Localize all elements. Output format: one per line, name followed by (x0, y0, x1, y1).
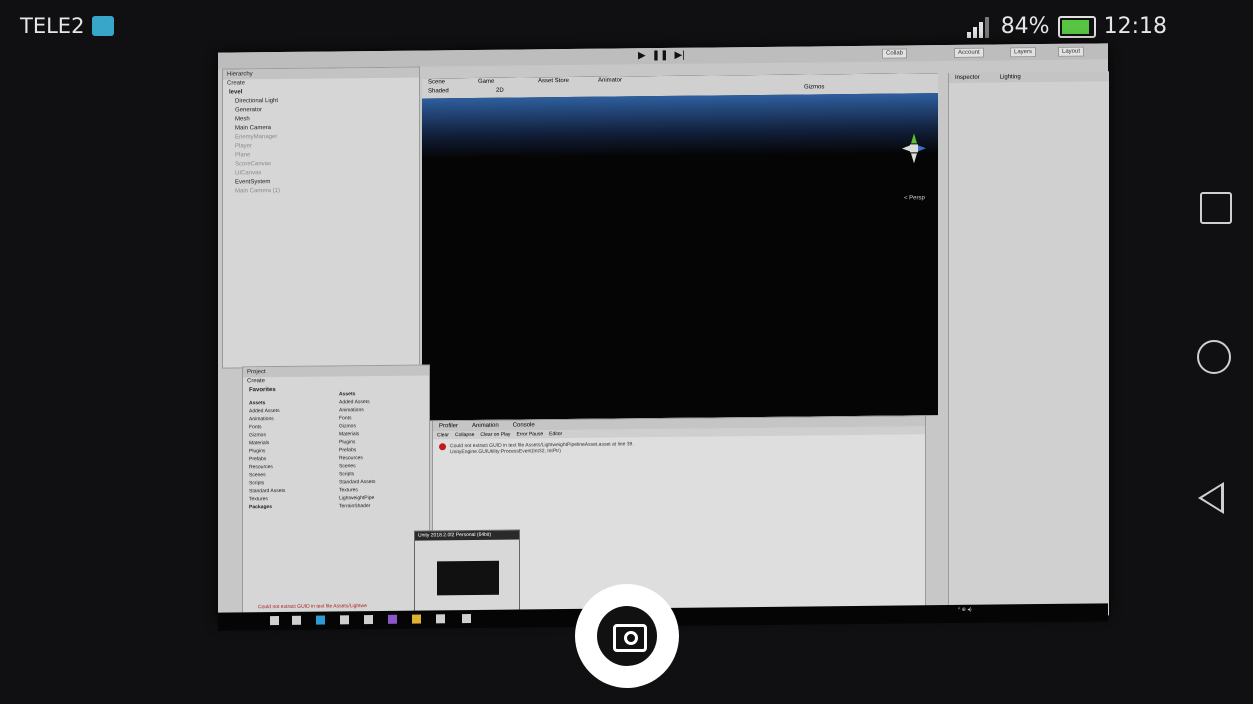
unity-icon[interactable] (462, 614, 471, 624)
system-tray[interactable]: ^ ⊕ ◂) (958, 607, 972, 613)
gizmos-dropdown[interactable]: Gizmos (804, 84, 824, 90)
file-icon[interactable] (340, 615, 349, 625)
task-view-icon[interactable] (292, 615, 301, 625)
hierarchy-item[interactable]: Main Camera (1) (223, 186, 419, 197)
error-pause-button[interactable]: Error Pause (516, 430, 543, 438)
tab-lighting[interactable]: Lighting (1000, 74, 1021, 80)
visual-studio-icon[interactable] (388, 614, 397, 624)
2d-toggle[interactable]: 2D (496, 88, 504, 94)
tree-item[interactable]: Packages (249, 503, 285, 511)
tab-animation[interactable]: Animation (472, 421, 499, 431)
scene-view[interactable]: Scene Game Asset Store Animator Shaded 2… (422, 73, 938, 421)
hierarchy-panel: Hierarchy Create level Directional Light… (222, 66, 420, 369)
pause-icon[interactable]: ❚❚ (652, 50, 669, 61)
explorer-icon[interactable] (436, 614, 445, 624)
preview-title: Unity 2018.2.0f2 Personal (64bit) (415, 530, 519, 541)
tab-animator[interactable]: Animator (598, 77, 622, 83)
photoshop-icon[interactable] (316, 615, 325, 625)
console-error-entry[interactable]: Could not extract GUID in text file Asse… (439, 441, 634, 455)
battery-icon (1057, 15, 1096, 38)
clock: 12:18 (1103, 14, 1167, 39)
collapse-button[interactable]: Collapse (455, 431, 474, 439)
photographed-monitor: ▶ ❚❚ ▶| Collab Account Layers Layout Hie… (218, 43, 1109, 631)
play-icon[interactable]: ▶ (638, 50, 646, 61)
preview-thumbnail (437, 560, 499, 596)
layout-button[interactable]: Layout (1058, 46, 1085, 57)
notification-icon (92, 16, 114, 36)
tab-profiler[interactable]: Profiler (439, 421, 458, 431)
signal-icon (966, 16, 993, 38)
store-icon[interactable] (364, 615, 373, 625)
project-panel: Project Create Favorites Assets Added As… (242, 364, 430, 627)
favorites-header[interactable]: Favorites (243, 384, 429, 395)
project-tree: Assets Added Assets Animations Fonts Giz… (249, 399, 285, 511)
battery-percentage: 84% (1000, 14, 1050, 39)
assets-list: Assets Added Assets Animations Fonts Giz… (339, 390, 375, 510)
scene-skybox (422, 93, 938, 159)
home-icon[interactable] (1197, 340, 1231, 374)
taskbar-window-preview[interactable]: Unity 2018.2.0f2 Personal (64bit) (414, 529, 520, 617)
clear-on-play-button[interactable]: Clear on Play (480, 431, 510, 439)
layers-button[interactable]: Layers (1010, 47, 1037, 58)
camera-shutter-button[interactable] (575, 584, 679, 688)
camera-icon (613, 624, 647, 652)
collab-button[interactable]: Collab (882, 48, 908, 59)
persp-label[interactable]: < Persp (904, 195, 925, 201)
tab-asset-store[interactable]: Asset Store (538, 78, 569, 84)
carrier-name: TELE2 (20, 14, 85, 38)
status-bar-error[interactable]: Could not extract GUID in text file Asse… (258, 603, 367, 610)
tab-game[interactable]: Game (478, 79, 494, 85)
back-icon[interactable] (1198, 482, 1224, 514)
phone-camera-screen: TELE2 84% 12:18 ▶ ❚❚ ▶| Collab Account L… (0, 0, 1253, 704)
account-button[interactable]: Account (954, 47, 984, 58)
asset-item[interactable]: Standard Assets (339, 478, 375, 486)
shading-dropdown[interactable]: Shaded (428, 88, 449, 94)
editor-dropdown[interactable]: Editor (549, 430, 562, 438)
scene-gizmo-icon[interactable] (902, 133, 926, 164)
asset-item[interactable]: TerrainShader (339, 502, 375, 510)
tab-console[interactable]: Console (513, 420, 535, 430)
error-stack: UnityEngine.GUIUtility:ProcessEvent(Int3… (450, 448, 561, 456)
clear-button[interactable]: Clear (437, 431, 449, 439)
tab-inspector[interactable]: Inspector (955, 75, 980, 81)
recent-apps-icon[interactable] (1200, 192, 1232, 224)
error-icon (439, 443, 446, 451)
inspector-panel: Inspector Lighting (948, 71, 1109, 618)
chrome-icon[interactable] (412, 614, 421, 624)
tab-scene[interactable]: Scene (428, 79, 445, 85)
tree-item[interactable]: Standard Assets (249, 487, 285, 495)
step-icon[interactable]: ▶| (674, 50, 684, 61)
windows-start-icon[interactable] (270, 616, 279, 626)
